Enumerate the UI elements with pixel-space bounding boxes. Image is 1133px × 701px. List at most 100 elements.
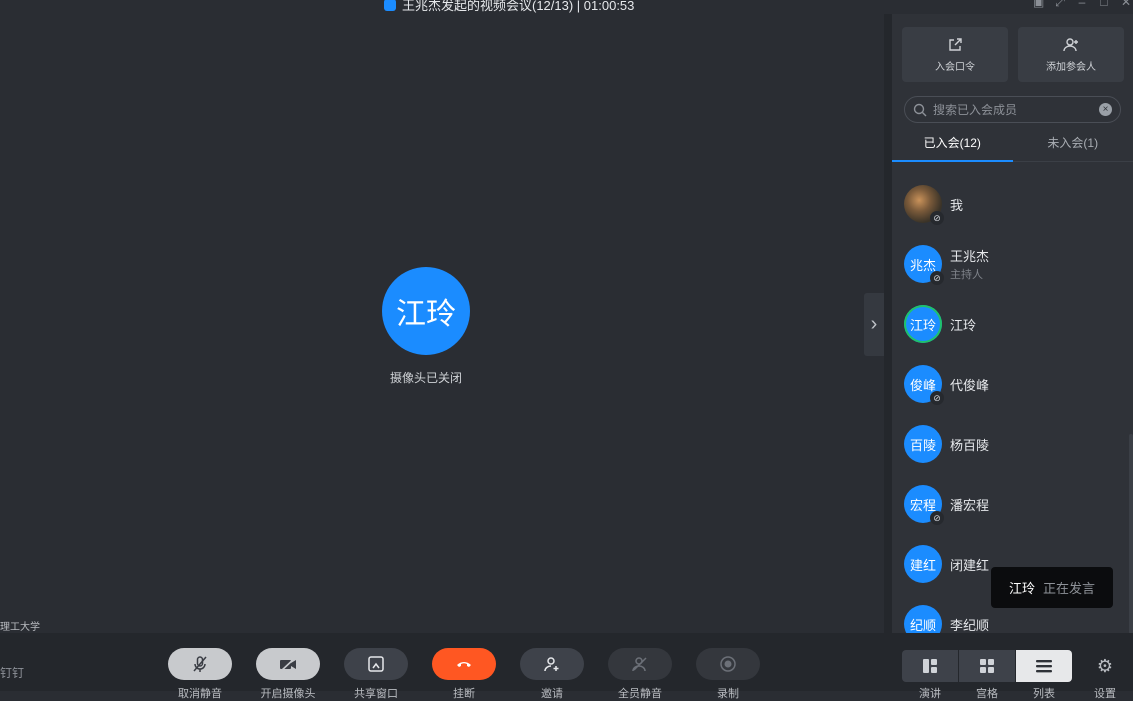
settings-label: 设置: [1065, 685, 1133, 701]
settings-button[interactable]: ⚙: [1095, 656, 1115, 676]
hang-up-button[interactable]: [432, 648, 496, 680]
member-name: 闭建红: [950, 555, 989, 574]
avatar: 百陵: [904, 425, 942, 463]
panel-actions: 入会口令 添加参会人: [902, 27, 1124, 82]
speaker-layout-icon: [921, 657, 939, 675]
meeting-code-button[interactable]: 入会口令: [902, 27, 1008, 82]
minimize-icon[interactable]: –: [1077, 0, 1087, 10]
lock-icon: [384, 0, 396, 11]
avatar: 兆杰 ⊘: [904, 245, 942, 283]
member-name: 李纪顺: [950, 615, 989, 634]
member-list-scrollbar[interactable]: [1129, 434, 1133, 634]
camera-button[interactable]: [256, 648, 320, 680]
window-title: 王兆杰发起的视频会议(12/13) | 01:00:53: [384, 0, 634, 14]
add-user-icon: [1062, 36, 1080, 54]
camera-off-icon: [279, 655, 297, 673]
tab-joined[interactable]: 已入会(12): [892, 128, 1013, 161]
list-item[interactable]: 宏程 ⊘ 潘宏程: [892, 474, 1133, 534]
share-window-label: 共享窗口: [336, 685, 416, 701]
hang-up-icon: [455, 655, 473, 673]
mic-muted-icon: ⊘: [930, 271, 944, 285]
member-name: 江玲: [950, 315, 976, 334]
member-name: 王兆杰: [950, 246, 989, 265]
org-label: 理工大学: [0, 618, 40, 633]
avatar: ⊘: [904, 185, 942, 223]
avatar: 俊峰 ⊘: [904, 365, 942, 403]
speaker-avatar: 江玲: [382, 267, 470, 355]
avatar-text: 百陵: [910, 435, 936, 454]
avatar-text: 江玲: [910, 315, 936, 334]
speaker-layout-button[interactable]: [902, 650, 958, 682]
avatar: 建红: [904, 545, 942, 583]
clear-search-icon[interactable]: ×: [1099, 103, 1112, 116]
video-stage: 江玲 摄像头已关闭 理工大学: [0, 14, 884, 633]
invite-button[interactable]: [520, 648, 584, 680]
list-item[interactable]: 兆杰 ⊘ 王兆杰 主持人: [892, 234, 1133, 294]
participants-panel: 入会口令 添加参会人 × 已入会(12) 未入会(1) ⊘ 我 兆杰 ⊘: [892, 14, 1133, 634]
list-item[interactable]: 江玲 江玲: [892, 294, 1133, 354]
layout-switcher: [902, 650, 1072, 682]
member-name: 杨百陵: [950, 435, 989, 454]
camera-label: 开启摄像头: [248, 685, 328, 701]
mic-muted-icon: ⊘: [930, 391, 944, 405]
search-input[interactable]: [933, 103, 1093, 117]
add-participant-button[interactable]: 添加参会人: [1018, 27, 1124, 82]
pin-window-icon[interactable]: ▣: [1033, 0, 1043, 10]
mute-all-button[interactable]: [608, 648, 672, 680]
member-role: 主持人: [950, 266, 989, 282]
search-icon: [913, 103, 927, 117]
grid-layout-icon: [978, 657, 996, 675]
list-item[interactable]: 俊峰 ⊘ 代俊峰: [892, 354, 1133, 414]
avatar-text: 纪顺: [910, 615, 936, 634]
window-controls: ▣ ⤢ – □ ✕: [1033, 0, 1131, 10]
unmute-label: 取消静音: [160, 685, 240, 701]
unmute-button[interactable]: [168, 648, 232, 680]
camera-status: 摄像头已关闭: [376, 369, 476, 386]
meeting-code-label: 入会口令: [935, 58, 975, 73]
member-name: 潘宏程: [950, 495, 989, 514]
member-list: ⊘ 我 兆杰 ⊘ 王兆杰 主持人 江玲 江玲 俊峰 ⊘ 代俊峰 百陵 杨百陵: [892, 174, 1133, 634]
member-name: 我: [950, 195, 963, 214]
gear-icon: ⚙: [1097, 656, 1113, 676]
member-search: ×: [904, 96, 1121, 123]
list-item[interactable]: ⊘ 我: [892, 174, 1133, 234]
add-participant-label: 添加参会人: [1046, 58, 1096, 73]
list-item[interactable]: 百陵 杨百陵: [892, 414, 1133, 474]
maximize-icon[interactable]: □: [1099, 0, 1109, 10]
mute-all-label: 全员静音: [600, 685, 680, 701]
close-icon[interactable]: ✕: [1121, 0, 1131, 10]
hang-up-label: 挂断: [424, 685, 504, 701]
record-icon: [719, 655, 737, 673]
share-window-button[interactable]: [344, 648, 408, 680]
avatar-text: 建红: [910, 555, 936, 574]
record-label: 录制: [688, 685, 768, 701]
record-button[interactable]: [696, 648, 760, 680]
avatar: 宏程 ⊘: [904, 485, 942, 523]
tab-not-joined[interactable]: 未入会(1): [1013, 128, 1133, 161]
invite-label: 邀请: [512, 685, 592, 701]
speaking-indicator: 江玲 正在发言: [991, 567, 1113, 608]
title-bar: 王兆杰发起的视频会议(12/13) | 01:00:53 ▣ ⤢ – □ ✕: [0, 0, 1133, 14]
member-tabs: 已入会(12) 未入会(1): [892, 128, 1133, 162]
avatar-text: 俊峰: [910, 375, 936, 394]
divider: [884, 14, 892, 634]
collapse-sidebar-button[interactable]: ›: [864, 293, 884, 356]
mic-off-icon: [191, 655, 209, 673]
invite-icon: [543, 655, 561, 673]
window-title-text: 王兆杰发起的视频会议(12/13) | 01:00:53: [402, 0, 634, 14]
external-link-icon: [946, 36, 964, 54]
list-layout-button[interactable]: [1016, 650, 1072, 682]
fullscreen-icon[interactable]: ⤢: [1055, 0, 1065, 10]
mute-all-icon: [631, 655, 649, 673]
avatar: 纪顺: [904, 605, 942, 634]
speaking-status: 正在发言: [1043, 578, 1095, 597]
speaking-name: 江玲: [1009, 578, 1035, 597]
mic-muted-icon: ⊘: [930, 211, 944, 225]
avatar-text: 宏程: [910, 495, 936, 514]
meeting-toolbar: 钉钉 取消静音 开启摄像头 共享窗口 挂断 邀请 全员静音: [0, 633, 1133, 691]
mic-muted-icon: ⊘: [930, 511, 944, 525]
grid-layout-button[interactable]: [959, 650, 1015, 682]
member-name: 代俊峰: [950, 375, 989, 394]
app-label: 钉钉: [0, 664, 24, 681]
avatar: 江玲: [904, 305, 942, 343]
